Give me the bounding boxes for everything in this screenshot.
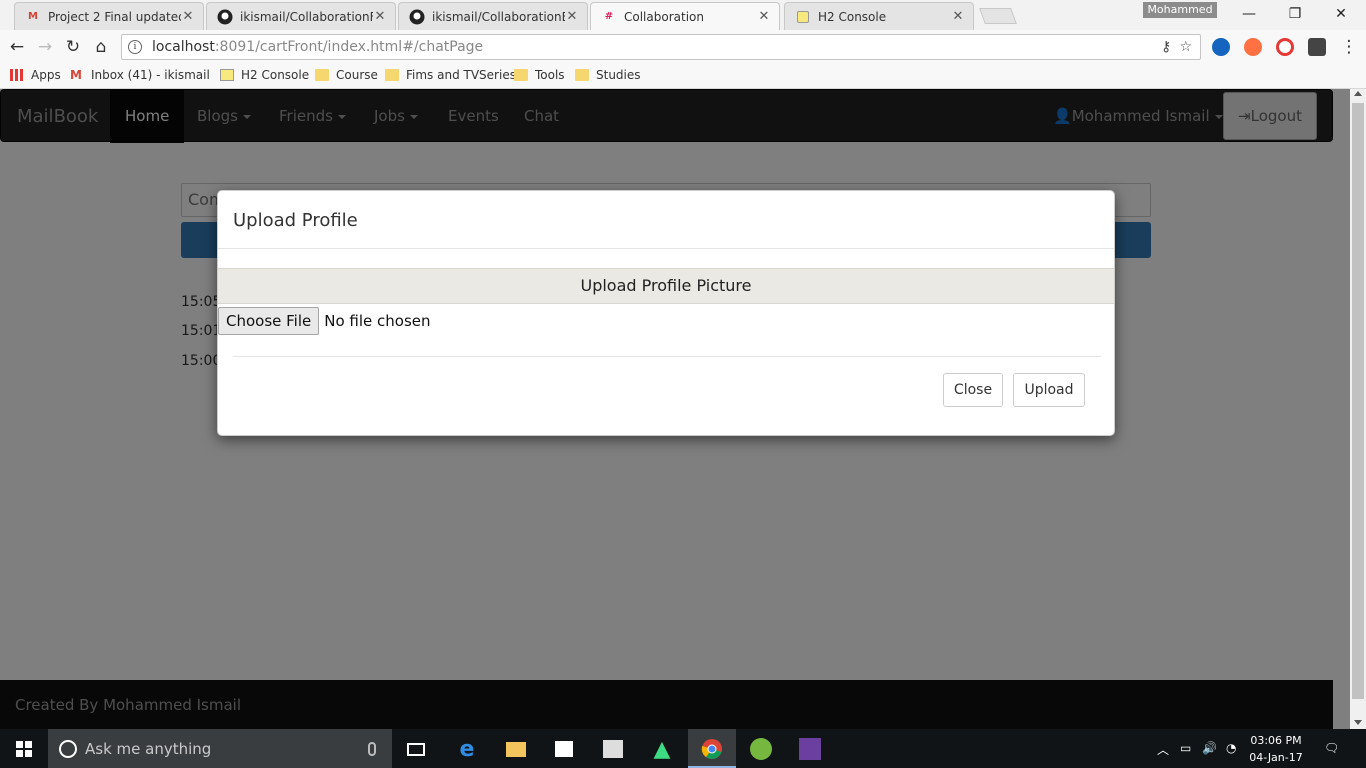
panel-heading: Upload Profile Picture bbox=[218, 268, 1114, 304]
minimize-icon[interactable]: — bbox=[1226, 3, 1272, 25]
h2-console-icon bbox=[220, 69, 234, 81]
task-view-icon[interactable] bbox=[404, 737, 428, 761]
upload-button[interactable]: Upload bbox=[1013, 373, 1085, 407]
scroll-down-icon[interactable] bbox=[1354, 720, 1362, 725]
info-icon[interactable]: i bbox=[128, 40, 142, 54]
tab-title: H2 Console bbox=[818, 9, 887, 24]
bookmark-tools[interactable]: Tools bbox=[514, 68, 565, 82]
close-window-icon[interactable]: ✕ bbox=[1318, 3, 1364, 25]
tab-h2-console[interactable]: H2 Console ✕ bbox=[784, 2, 974, 30]
bookmark-inbox[interactable]: M Inbox (41) - ikismail7@ bbox=[70, 68, 209, 82]
bookmark-course[interactable]: Course bbox=[315, 68, 378, 82]
wifi-icon[interactable]: ◔ bbox=[1226, 741, 1236, 755]
apps-grid-icon bbox=[10, 69, 24, 81]
forward-icon[interactable]: → bbox=[34, 36, 56, 58]
chrome-taskbar-item[interactable] bbox=[688, 729, 736, 768]
extension-icon[interactable] bbox=[1212, 38, 1230, 56]
close-icon[interactable]: ✕ bbox=[951, 9, 965, 24]
media-player-icon[interactable] bbox=[601, 737, 625, 761]
bookmark-studies[interactable]: Studies bbox=[575, 68, 641, 82]
folder-icon bbox=[514, 69, 528, 81]
divider bbox=[218, 248, 1114, 249]
address-bar[interactable]: i localhost:8091/cartFront/index.html#/c… bbox=[121, 34, 1201, 60]
close-icon[interactable]: ✕ bbox=[181, 9, 195, 24]
file-explorer-icon[interactable] bbox=[504, 737, 528, 761]
divider bbox=[233, 356, 1101, 357]
system-clock[interactable]: 03:06 PM 04-Jan-17 bbox=[1248, 732, 1304, 766]
windows-logo-icon bbox=[16, 740, 32, 757]
tab-title: Collaboration bbox=[624, 9, 704, 24]
file-status: No file chosen bbox=[324, 312, 431, 330]
cortana-search[interactable]: Ask me anything bbox=[48, 729, 392, 768]
tab-title: Project 2 Final updated G bbox=[48, 9, 181, 24]
back-icon[interactable]: ← bbox=[6, 36, 28, 58]
start-button[interactable] bbox=[0, 729, 48, 768]
cortana-icon bbox=[59, 739, 77, 758]
menu-icon[interactable]: ⋮ bbox=[1338, 36, 1360, 58]
volume-icon[interactable]: 🔊 bbox=[1202, 741, 1217, 755]
windows-taskbar: Ask me anything e ▲ ︿ ▭ 🔊 ◔ 03:06 PM 04-… bbox=[0, 729, 1366, 768]
page-scrollbar[interactable] bbox=[1350, 89, 1366, 729]
tab-gmail[interactable]: M Project 2 Final updated G ✕ bbox=[14, 2, 204, 30]
close-icon[interactable]: ✕ bbox=[373, 9, 387, 24]
scroll-thumb[interactable] bbox=[1352, 103, 1364, 699]
folder-icon bbox=[315, 69, 329, 81]
tab-title: ikismail/CollaborationBack bbox=[432, 9, 565, 24]
folder-icon bbox=[575, 69, 589, 81]
microphone-icon[interactable] bbox=[368, 741, 376, 756]
bookmark-star-icon[interactable]: ☆ bbox=[1179, 39, 1192, 55]
bookmark-h2-console[interactable]: H2 Console bbox=[220, 68, 309, 82]
modal-title: Upload Profile bbox=[233, 210, 358, 231]
browser-toolbar: ← → ↻ ⌂ i localhost:8091/cartFront/index… bbox=[0, 30, 1366, 64]
extension-icon[interactable] bbox=[1308, 38, 1326, 56]
bookmark-apps[interactable]: Apps bbox=[10, 68, 61, 82]
tab-collaboration[interactable]: # Collaboration ✕ bbox=[590, 2, 780, 30]
scroll-up-icon[interactable] bbox=[1354, 91, 1362, 96]
restore-icon[interactable]: ❐ bbox=[1272, 3, 1318, 25]
chevron-up-icon[interactable]: ︿ bbox=[1157, 741, 1169, 758]
github-icon bbox=[217, 9, 233, 25]
opera-icon[interactable] bbox=[1276, 38, 1294, 56]
profile-badge[interactable]: Mohammed bbox=[1143, 2, 1217, 18]
store-icon[interactable] bbox=[552, 737, 576, 761]
tab-title: ikismail/CollaborationFro bbox=[240, 9, 373, 24]
close-button[interactable]: Close bbox=[943, 373, 1003, 407]
key-icon[interactable]: ⚷ bbox=[1161, 39, 1171, 55]
utorrent-icon[interactable] bbox=[749, 737, 773, 761]
close-icon[interactable]: ✕ bbox=[757, 9, 771, 24]
url-text: localhost:8091/cartFront/index.html#/cha… bbox=[152, 39, 484, 55]
chrome-icon bbox=[700, 737, 724, 761]
upload-profile-modal: Upload Profile Upload Profile Picture Ch… bbox=[217, 190, 1115, 436]
choose-file-button[interactable]: Choose File bbox=[218, 307, 320, 335]
slack-icon: # bbox=[604, 11, 614, 22]
tab-github-front[interactable]: ikismail/CollaborationFro ✕ bbox=[206, 2, 396, 30]
app-icon[interactable] bbox=[798, 737, 822, 761]
bookmarks-bar: Apps M Inbox (41) - ikismail7@ H2 Consol… bbox=[0, 64, 1366, 89]
extension-fire-icon[interactable] bbox=[1244, 38, 1262, 56]
close-icon[interactable]: ✕ bbox=[565, 9, 579, 24]
new-tab-button[interactable] bbox=[979, 8, 1017, 24]
edge-icon[interactable]: e bbox=[455, 737, 479, 762]
gmail-icon: M bbox=[70, 68, 82, 82]
battery-icon[interactable]: ▭ bbox=[1180, 741, 1191, 755]
reload-icon[interactable]: ↻ bbox=[62, 36, 84, 58]
gmail-icon: M bbox=[28, 11, 38, 22]
browser-tab-strip: M Project 2 Final updated G ✕ ikismail/C… bbox=[0, 0, 1366, 30]
h2-console-icon bbox=[795, 9, 811, 25]
home-icon[interactable]: ⌂ bbox=[90, 36, 112, 58]
notifications-icon[interactable]: 🗨 bbox=[1324, 741, 1339, 755]
tab-github-back[interactable]: ikismail/CollaborationBack ✕ bbox=[398, 2, 588, 30]
folder-icon bbox=[385, 69, 399, 81]
github-icon bbox=[409, 9, 425, 25]
file-input: Choose File No file chosen bbox=[218, 307, 431, 335]
bookmark-films[interactable]: Fims and TVSeries bbox=[385, 68, 516, 82]
app-icon[interactable]: ▲ bbox=[650, 737, 674, 762]
